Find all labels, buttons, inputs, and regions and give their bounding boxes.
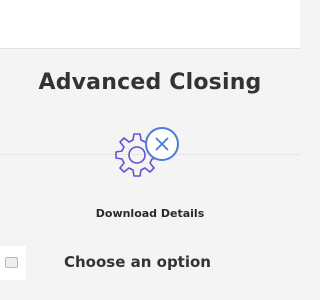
image-icon xyxy=(5,257,18,268)
page-title: Advanced Closing xyxy=(38,70,262,95)
side-tab[interactable] xyxy=(0,246,26,280)
gear-with-x-icon xyxy=(112,124,184,180)
gear-icon xyxy=(115,127,179,177)
section-heading: Choose an option xyxy=(64,253,211,271)
close-icon xyxy=(145,127,179,161)
download-details-link[interactable]: Download Details xyxy=(0,207,300,220)
top-header-band xyxy=(0,0,300,49)
